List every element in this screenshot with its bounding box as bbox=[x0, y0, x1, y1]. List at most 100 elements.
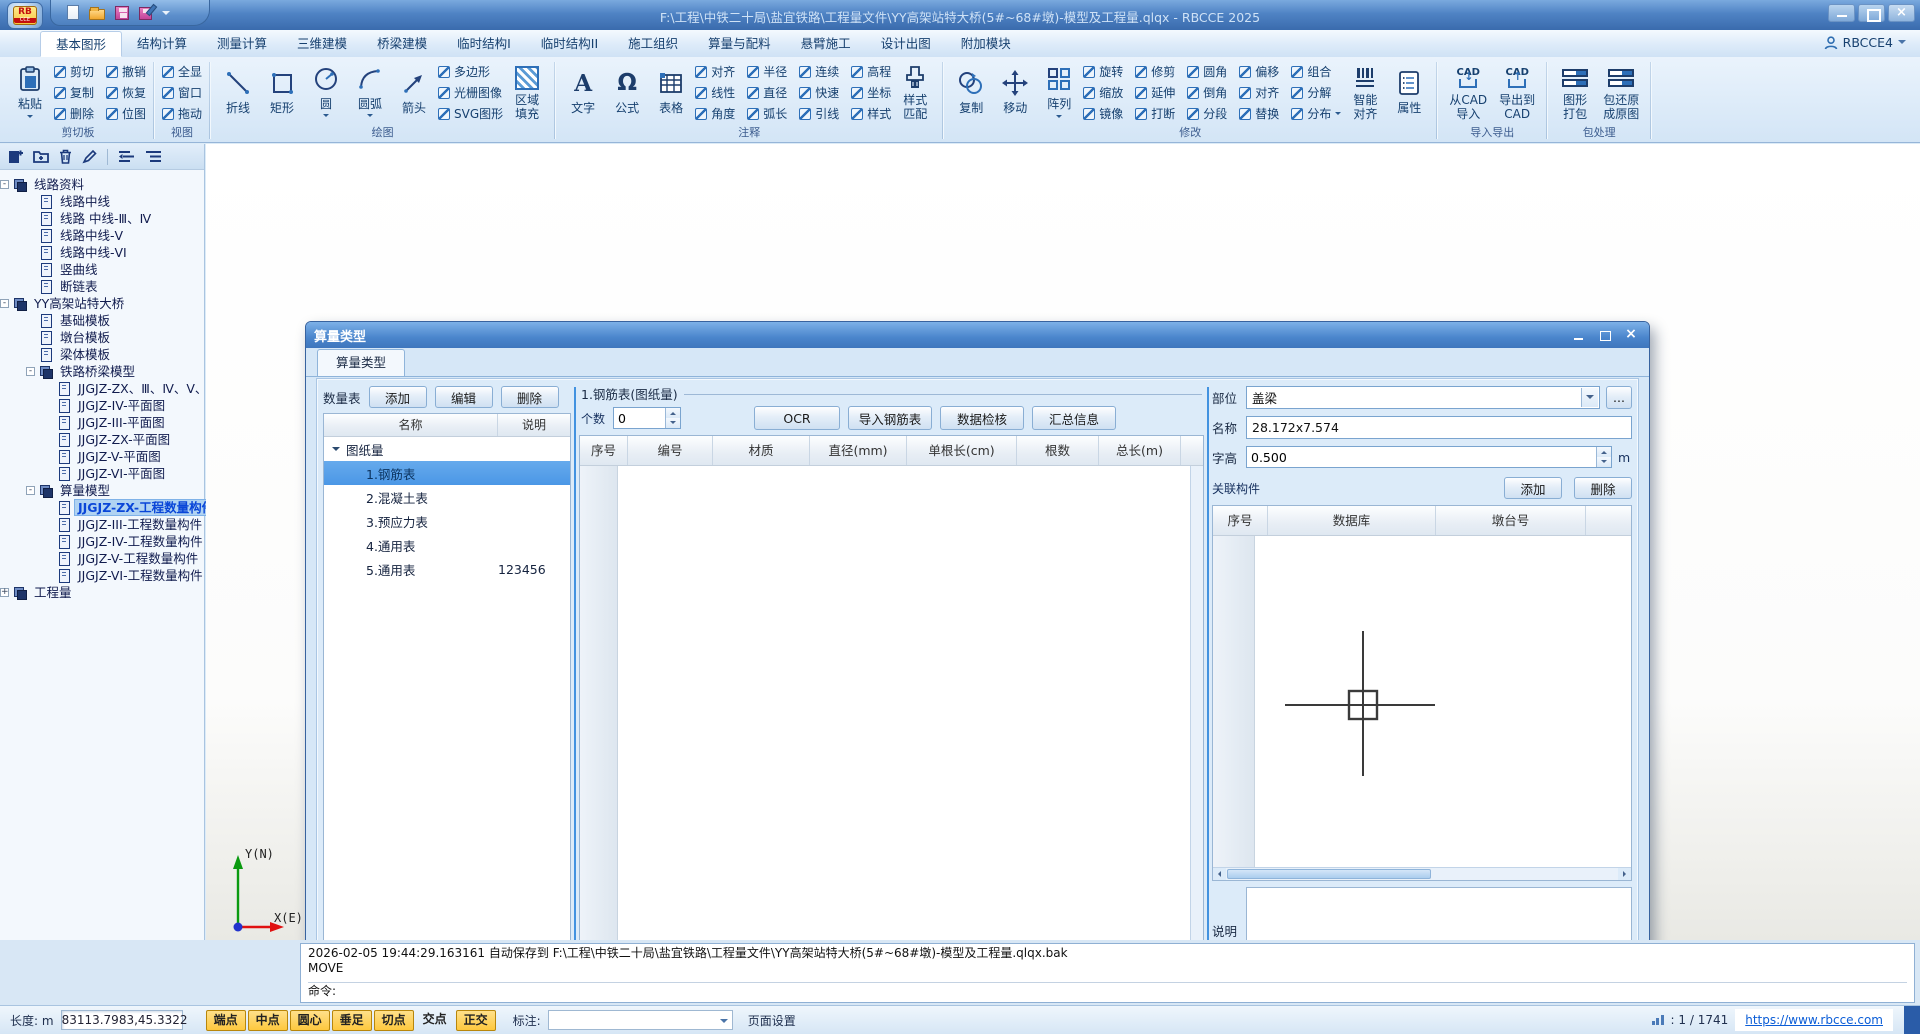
tree-node[interactable]: JJGJZ-V-工程数量构件 bbox=[0, 550, 204, 567]
ribbon-tab[interactable]: 悬臂施工 bbox=[786, 31, 866, 57]
browse-button[interactable]: ... bbox=[1606, 386, 1632, 409]
ribbon-tool-button[interactable]: SVG图形 bbox=[438, 103, 503, 124]
tree-node[interactable]: 线路中线-V bbox=[0, 227, 204, 244]
ribbon-tool-button[interactable]: 分解 bbox=[1291, 82, 1341, 103]
ribbon-tool-button[interactable]: 旋转 bbox=[1083, 61, 1123, 82]
ribbon-tool-button[interactable]: 半径 bbox=[747, 61, 787, 82]
stepper-arrows[interactable] bbox=[665, 408, 680, 428]
col-pier-number[interactable]: 墩台号 bbox=[1436, 506, 1586, 535]
component-preview[interactable] bbox=[1255, 536, 1631, 867]
column-header-name[interactable]: 名称 bbox=[324, 414, 498, 436]
dialog-tab[interactable]: 算量类型 bbox=[317, 349, 405, 376]
style-match-button[interactable]: 样式匹配 bbox=[895, 62, 935, 124]
import-rebar-button[interactable]: 导入钢筋表 bbox=[848, 406, 932, 430]
collapse-list-icon[interactable] bbox=[145, 150, 162, 163]
ribbon-tab[interactable]: 测量计算 bbox=[202, 31, 282, 57]
command-history[interactable]: 2026-02-05 19:44:29.163161 自动保存到 F:\工程\中… bbox=[300, 943, 1915, 1003]
ribbon-tool-button[interactable]: 样式 bbox=[851, 103, 891, 124]
delete-related-button[interactable]: 删除 bbox=[1574, 477, 1632, 499]
tree-node[interactable]: 线路中线-VI bbox=[0, 244, 204, 261]
ribbon-tool-button[interactable]: 剪切 bbox=[54, 61, 94, 82]
quantity-table-row[interactable]: 3.预应力表 bbox=[324, 509, 570, 533]
maximize-button[interactable] bbox=[1858, 4, 1885, 22]
ribbon-tool-button[interactable]: 镜像 bbox=[1083, 103, 1123, 124]
ribbon-tool-button[interactable]: 全显 bbox=[162, 61, 202, 82]
circle-button[interactable]: 圆 bbox=[306, 63, 346, 122]
tree-node[interactable]: 断链表 bbox=[0, 278, 204, 295]
part-combobox[interactable]: 盖梁 bbox=[1246, 386, 1600, 409]
save-icon[interactable] bbox=[115, 6, 129, 20]
ribbon-tool-button[interactable]: 倒角 bbox=[1187, 82, 1227, 103]
ribbon-tool-button[interactable]: 修剪 bbox=[1135, 61, 1175, 82]
tree-node[interactable]: 铁路桥梁模型 bbox=[0, 363, 204, 380]
ribbon-tool-button[interactable]: 窗口 bbox=[162, 82, 202, 103]
tree-node[interactable]: 算量模型 bbox=[0, 482, 204, 499]
snap-toggle[interactable]: 端点 bbox=[206, 1010, 246, 1031]
name-field[interactable] bbox=[1246, 416, 1632, 439]
snap-toggle[interactable]: 切点 bbox=[374, 1010, 414, 1031]
ribbon-tool-button[interactable]: 对齐 bbox=[695, 61, 735, 82]
close-button[interactable] bbox=[1888, 4, 1915, 22]
annotation-combobox[interactable] bbox=[548, 1010, 733, 1030]
dialog-minimize-button[interactable] bbox=[1569, 328, 1589, 343]
export-to-cad-button[interactable]: CAD 导出到CAD bbox=[1495, 62, 1539, 124]
ribbon-tool-button[interactable]: 复制 bbox=[54, 82, 94, 103]
col-number[interactable]: 编号 bbox=[628, 436, 713, 465]
ribbon-tool-button[interactable]: 分布 bbox=[1291, 103, 1341, 124]
tree-node[interactable]: 基础模板 bbox=[0, 312, 204, 329]
region-fill-button[interactable]: 区域填充 bbox=[507, 62, 547, 124]
quantity-table-row[interactable]: 5.通用表 123456 bbox=[324, 557, 570, 581]
ribbon-tool-button[interactable]: 撤销 bbox=[106, 61, 146, 82]
text-height-stepper[interactable] bbox=[1246, 446, 1612, 468]
ribbon-tool-button[interactable]: 高程 bbox=[851, 61, 891, 82]
tree-expander-icon[interactable] bbox=[0, 588, 9, 597]
ribbon-tab[interactable]: 桥梁建模 bbox=[362, 31, 442, 57]
ribbon-tool-button[interactable]: 缩放 bbox=[1083, 82, 1123, 103]
new-file-icon[interactable] bbox=[67, 5, 79, 20]
ribbon-tool-button[interactable]: 坐标 bbox=[851, 82, 891, 103]
add-icon[interactable] bbox=[8, 149, 23, 164]
ribbon-tool-button[interactable]: 位图 bbox=[106, 103, 146, 124]
column-header-desc[interactable]: 说明 bbox=[498, 414, 570, 436]
properties-button[interactable]: 属性 bbox=[1389, 67, 1429, 118]
col-count[interactable]: 根数 bbox=[1017, 436, 1099, 465]
col-database[interactable]: 数据库 bbox=[1268, 506, 1436, 535]
ribbon-tool-button[interactable]: 对齐 bbox=[1239, 82, 1279, 103]
tree-node[interactable]: 工程量 bbox=[0, 584, 204, 601]
ribbon-tool-button[interactable]: 连续 bbox=[799, 61, 839, 82]
ribbon-tool-button[interactable]: 圆角 bbox=[1187, 61, 1227, 82]
ribbon-tool-button[interactable]: 恢复 bbox=[106, 82, 146, 103]
collapse-arrow-icon[interactable] bbox=[332, 447, 340, 455]
col-seq[interactable]: 序号 bbox=[1213, 506, 1268, 535]
tree-node[interactable]: 竖曲线 bbox=[0, 261, 204, 278]
edit-table-button[interactable]: 编辑 bbox=[435, 386, 493, 408]
ribbon-tool-button[interactable]: 直径 bbox=[747, 82, 787, 103]
tree-node[interactable]: JJGJZ-ZX-平面图 bbox=[0, 431, 204, 448]
ribbon-tab[interactable]: 结构计算 bbox=[122, 31, 202, 57]
ribbon-tool-button[interactable]: 打断 bbox=[1135, 103, 1175, 124]
add-table-button[interactable]: 添加 bbox=[369, 386, 427, 408]
combobox-arrow-icon[interactable] bbox=[1581, 388, 1598, 407]
count-stepper[interactable] bbox=[613, 407, 681, 429]
app-logo[interactable] bbox=[7, 2, 43, 29]
quantity-table-row[interactable]: 2.混凝土表 bbox=[324, 485, 570, 509]
table-button[interactable]: 表格 bbox=[651, 67, 691, 118]
col-diameter[interactable]: 直径(mm) bbox=[810, 436, 907, 465]
page-setup-button[interactable]: 页面设置 bbox=[748, 1012, 796, 1029]
tree-node[interactable]: JJGJZ-IV-工程数量构件 bbox=[0, 533, 204, 550]
data-check-button[interactable]: 数据检核 bbox=[940, 406, 1024, 430]
rectangle-button[interactable]: 矩形 bbox=[262, 67, 302, 118]
ribbon-tool-button[interactable]: 角度 bbox=[695, 103, 735, 124]
ribbon-tool-button[interactable]: 替换 bbox=[1239, 103, 1279, 124]
quantity-table-row[interactable]: 4.通用表 bbox=[324, 533, 570, 557]
col-total-length[interactable]: 总长(m) bbox=[1099, 436, 1181, 465]
ribbon-tab[interactable]: 临时结构I bbox=[442, 31, 526, 57]
copy-entity-button[interactable]: 复制 bbox=[951, 67, 991, 118]
delete-icon[interactable] bbox=[59, 149, 72, 164]
col-seq[interactable]: 序号 bbox=[580, 436, 628, 465]
add-related-button[interactable]: 添加 bbox=[1504, 477, 1562, 499]
tree-node[interactable]: JJGJZ-VI-工程数量构件 bbox=[0, 567, 204, 584]
stepper-arrows[interactable] bbox=[1596, 447, 1611, 467]
ribbon-tool-button[interactable]: 延伸 bbox=[1135, 82, 1175, 103]
user-badge[interactable]: RBCCE4 bbox=[1824, 35, 1906, 50]
